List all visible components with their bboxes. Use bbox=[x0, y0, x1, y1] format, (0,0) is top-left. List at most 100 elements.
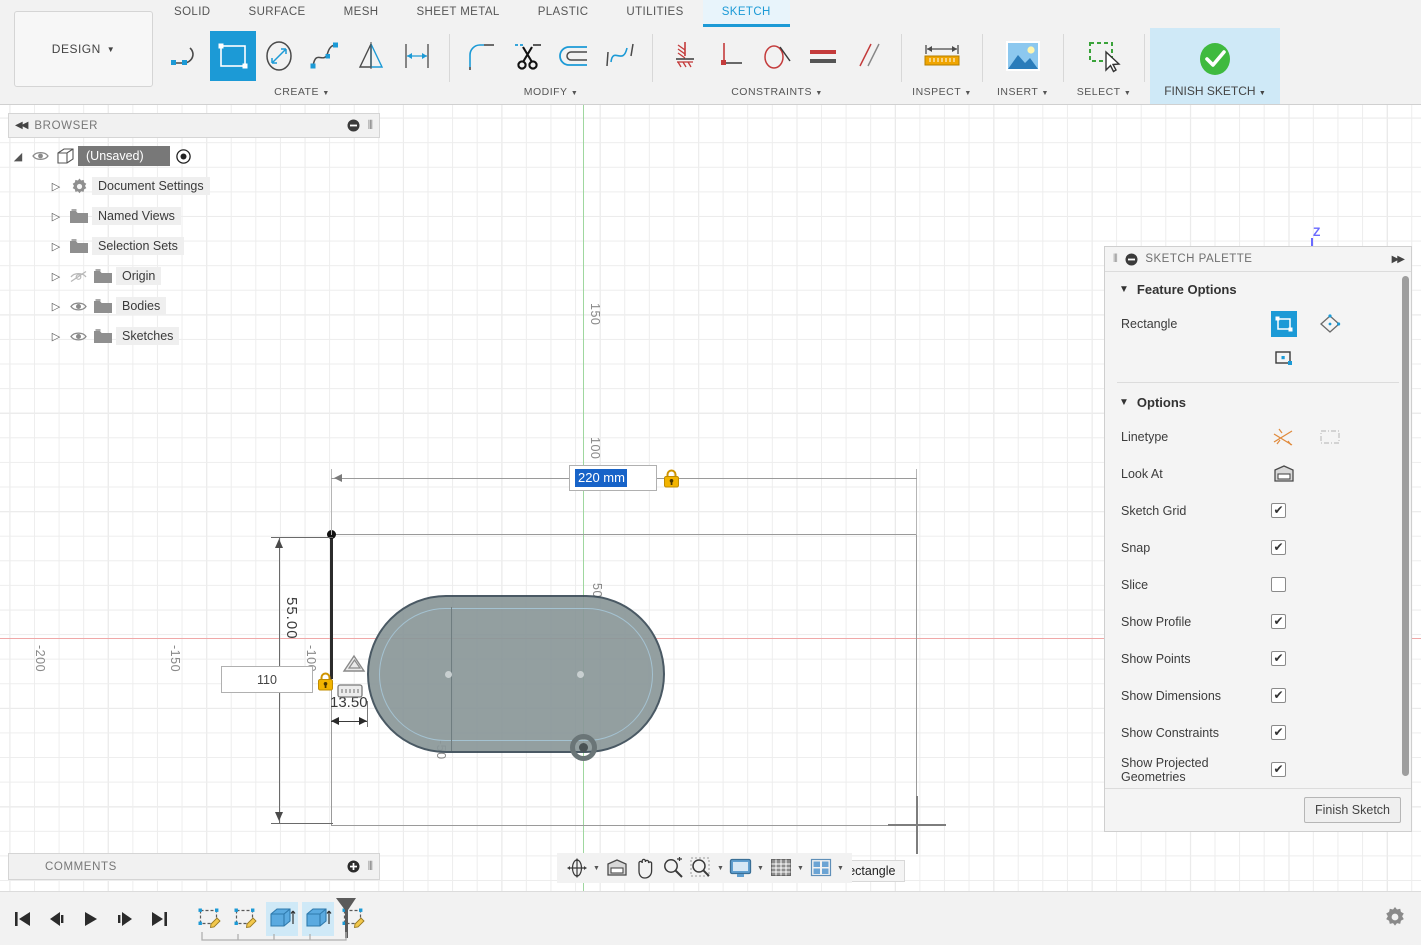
timeline-extrude-1-node[interactable] bbox=[266, 902, 298, 936]
tangent-constraint-button[interactable] bbox=[754, 31, 800, 81]
tangent-constraint-glyph[interactable] bbox=[341, 653, 367, 675]
look-at-tool-button[interactable] bbox=[603, 855, 630, 881]
measure-tool-button[interactable] bbox=[911, 31, 973, 81]
show-projected-geometries-checkbox[interactable] bbox=[1271, 762, 1286, 777]
slot-center-point-left[interactable] bbox=[445, 671, 452, 678]
trim-tool-button[interactable] bbox=[505, 31, 551, 81]
tree-expand-icon[interactable]: ◢ bbox=[8, 150, 28, 163]
panel-insert-label[interactable]: INSERT ▼ bbox=[997, 84, 1049, 102]
zoom-window-tool-button[interactable] bbox=[687, 855, 714, 881]
linetype-normal-button[interactable] bbox=[1271, 424, 1297, 450]
show-points-checkbox[interactable] bbox=[1271, 651, 1286, 666]
rectangle-3point-button[interactable] bbox=[1271, 345, 1297, 371]
timeline-sketch-2-node[interactable] bbox=[230, 902, 262, 936]
timeline-go-to-end-button[interactable] bbox=[144, 902, 174, 936]
tree-item-named-views[interactable]: ▷ Named Views bbox=[8, 201, 380, 231]
finish-sketch-ribbon-button[interactable]: FINISH SKETCH ▼ bbox=[1150, 28, 1280, 104]
panel-modify-label[interactable]: MODIFY ▼ bbox=[524, 84, 579, 102]
insert-image-tool-button[interactable] bbox=[992, 31, 1054, 81]
timeline-step-back-button[interactable] bbox=[42, 902, 72, 936]
display-settings-tool-button[interactable] bbox=[727, 855, 754, 881]
height-dimension-input[interactable]: 110 bbox=[221, 666, 313, 693]
sketch-grid-checkbox[interactable] bbox=[1271, 503, 1286, 518]
panel-select-label[interactable]: SELECT ▼ bbox=[1077, 84, 1132, 102]
timeline-sketch-1-node[interactable] bbox=[194, 902, 226, 936]
browser-collapse-icon[interactable]: ◀◀ bbox=[15, 120, 26, 131]
chevron-right-icon[interactable]: ▷ bbox=[46, 210, 66, 223]
spline-tool-button[interactable] bbox=[302, 31, 348, 81]
tab-mesh[interactable]: MESH bbox=[325, 0, 398, 27]
browser-minimize-icon[interactable] bbox=[347, 119, 360, 132]
chevron-right-icon[interactable]: ▷ bbox=[46, 240, 66, 253]
palette-scrollbar[interactable] bbox=[1402, 276, 1409, 776]
show-constraints-checkbox[interactable] bbox=[1271, 725, 1286, 740]
show-dimensions-checkbox[interactable] bbox=[1271, 688, 1286, 703]
viewports-tool-button[interactable] bbox=[807, 855, 834, 881]
fix-unfix-constraint-button[interactable] bbox=[662, 31, 708, 81]
sketch-dimension-tool-button[interactable] bbox=[394, 31, 440, 81]
panel-finish-sketch-label[interactable]: FINISH SKETCH ▼ bbox=[1164, 84, 1266, 98]
timeline-step-forward-button[interactable] bbox=[110, 902, 140, 936]
timeline-play-button[interactable] bbox=[76, 902, 106, 936]
break-curve-tool-button[interactable] bbox=[597, 31, 643, 81]
gear-icon[interactable] bbox=[1383, 905, 1407, 929]
sketch-rectangle-left-edge[interactable] bbox=[330, 534, 333, 679]
origin-point[interactable] bbox=[579, 743, 588, 752]
rectangle-center-button[interactable] bbox=[1317, 311, 1343, 337]
panel-create-label[interactable]: CREATE ▼ bbox=[274, 84, 330, 102]
tab-surface[interactable]: SURFACE bbox=[230, 0, 325, 27]
grid-snaps-dropdown-caret[interactable]: ▼ bbox=[795, 855, 806, 881]
fillet-tool-button[interactable] bbox=[459, 31, 505, 81]
eye-icon[interactable] bbox=[66, 330, 90, 343]
slice-checkbox[interactable] bbox=[1271, 577, 1286, 592]
show-profile-checkbox[interactable] bbox=[1271, 614, 1286, 629]
panel-constraints-label[interactable]: CONSTRAINTS ▼ bbox=[731, 84, 823, 102]
tab-plastic[interactable]: PLASTIC bbox=[519, 0, 608, 27]
panel-inspect-label[interactable]: INSPECT ▼ bbox=[912, 84, 972, 102]
chevron-right-icon[interactable]: ▷ bbox=[46, 180, 66, 193]
tab-solid[interactable]: SOLID bbox=[155, 0, 230, 27]
browser-resize-handle[interactable]: ⦀ bbox=[368, 118, 373, 133]
options-section-header[interactable]: ▼ Options bbox=[1105, 385, 1411, 418]
tree-item-document-settings[interactable]: ▷ Document Settings bbox=[8, 171, 380, 201]
rectangle-tool-button[interactable] bbox=[210, 31, 256, 81]
activate-component-radio[interactable] bbox=[176, 149, 191, 164]
tab-sheet-metal[interactable]: SHEET METAL bbox=[397, 0, 518, 27]
offset-tool-button[interactable] bbox=[551, 31, 597, 81]
parallel-constraint-button[interactable] bbox=[846, 31, 892, 81]
orbit-dropdown-caret[interactable]: ▼ bbox=[591, 855, 602, 881]
palette-resize-handle[interactable]: ⦀ bbox=[1113, 253, 1118, 266]
timeline-go-to-beginning-button[interactable] bbox=[8, 902, 38, 936]
add-comment-icon[interactable] bbox=[347, 860, 360, 873]
viewports-dropdown-caret[interactable]: ▼ bbox=[835, 855, 846, 881]
eye-icon[interactable] bbox=[66, 300, 90, 313]
rectangle-2point-button[interactable] bbox=[1271, 311, 1297, 337]
tree-root-node[interactable]: ◢ (Unsaved) bbox=[8, 141, 380, 171]
linetype-construction-button[interactable] bbox=[1317, 424, 1343, 450]
line-tool-button[interactable] bbox=[164, 31, 210, 81]
chevron-right-icon[interactable]: ▷ bbox=[46, 270, 66, 283]
timeline-extrude-2-node[interactable] bbox=[302, 902, 334, 936]
mirror-tool-button[interactable] bbox=[348, 31, 394, 81]
palette-expand-icon[interactable]: ▶▶ bbox=[1392, 254, 1403, 265]
midpoint-constraint-glyph[interactable] bbox=[336, 683, 364, 699]
pan-tool-button[interactable] bbox=[631, 855, 658, 881]
tab-utilities[interactable]: UTILITIES bbox=[607, 0, 702, 27]
tab-sketch[interactable]: SKETCH bbox=[703, 0, 790, 27]
height-dimension-lock-icon[interactable] bbox=[317, 672, 334, 691]
chevron-right-icon[interactable]: ▷ bbox=[46, 330, 66, 343]
tree-item-bodies[interactable]: ▷ Bodies bbox=[8, 291, 380, 321]
circle-tool-button[interactable] bbox=[256, 31, 302, 81]
perpendicular-constraint-button[interactable] bbox=[708, 31, 754, 81]
grid-snaps-tool-button[interactable] bbox=[767, 855, 794, 881]
zoom-tool-button[interactable] bbox=[659, 855, 686, 881]
eye-off-icon[interactable] bbox=[66, 270, 90, 283]
tree-item-selection-sets[interactable]: ▷ Selection Sets bbox=[8, 231, 380, 261]
workspace-switcher-button[interactable]: DESIGN ▼ bbox=[14, 11, 153, 87]
finish-sketch-button[interactable]: Finish Sketch bbox=[1304, 797, 1401, 823]
chevron-right-icon[interactable]: ▷ bbox=[46, 300, 66, 313]
select-tool-button[interactable] bbox=[1073, 31, 1135, 81]
comments-resize-handle[interactable]: ⦀ bbox=[368, 859, 373, 874]
snap-checkbox[interactable] bbox=[1271, 540, 1286, 555]
width-dimension-input[interactable]: 220 mm bbox=[569, 465, 657, 491]
